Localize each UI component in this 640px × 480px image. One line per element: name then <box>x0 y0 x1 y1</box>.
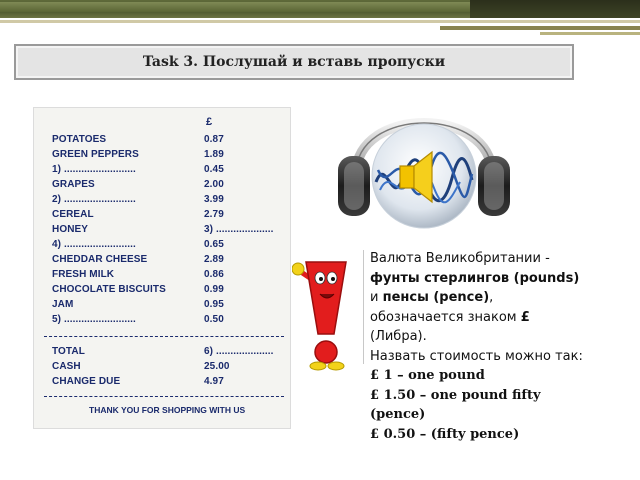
info-example: (pence) <box>370 407 426 422</box>
receipt-row: JAM 0.95 <box>52 299 284 312</box>
item-price: 0.95 <box>204 299 224 310</box>
item-name: CHEDDAR CHEESE <box>52 254 148 265</box>
item-price: 0.45 <box>204 164 224 175</box>
info-example: £ 1 – one pound <box>370 368 485 383</box>
item-price: 1.89 <box>204 149 224 160</box>
receipt-separator <box>44 396 284 397</box>
info-pence: пенсы (pence) <box>382 290 490 305</box>
receipt-total-row: CHANGE DUE 4.97 <box>52 376 284 389</box>
receipt-total-row: TOTAL 6) .................... <box>52 346 284 359</box>
receipt-row: 1) ......................... 0.45 <box>52 164 284 177</box>
top-decor-segment-dark <box>470 0 640 18</box>
item-name: CEREAL <box>52 209 94 220</box>
item-name: GRAPES <box>52 179 95 190</box>
cash-label: CASH <box>52 361 81 372</box>
total-value-blank: 6) .................... <box>204 346 274 357</box>
headphones-speaker-icon <box>338 118 510 229</box>
change-value: 4.97 <box>204 376 224 387</box>
item-price: 0.99 <box>204 284 224 295</box>
receipt-row: GRAPES 2.00 <box>52 179 284 192</box>
receipt-row: 5) ......................... 0.50 <box>52 314 284 327</box>
item-price: 0.50 <box>204 314 224 325</box>
info-text: , <box>489 290 494 305</box>
item-name: JAM <box>52 299 74 310</box>
info-text: и <box>370 290 383 305</box>
receipt-thanks: THANK YOU FOR SHOPPING WITH US <box>89 405 246 415</box>
receipt-row: GREEN PEPPERS 1.89 <box>52 149 284 162</box>
top-decor-band <box>0 0 640 18</box>
item-name: FRESH MILK <box>52 269 115 280</box>
item-name: CHOCOLATE BISCUITS <box>52 284 166 295</box>
item-price: 0.86 <box>204 269 224 280</box>
item-price: 2.00 <box>204 179 224 190</box>
info-line: Назвать стоимость можно так: <box>370 348 583 364</box>
currency-header: £ <box>206 116 213 128</box>
item-price: 0.87 <box>204 134 224 145</box>
item-name-blank: 1) ......................... <box>52 164 136 175</box>
exclamation-mascot-icon <box>292 261 347 371</box>
info-line-pounds: фунты стерлингов (pounds) <box>370 270 580 286</box>
top-decor-segment <box>0 2 470 12</box>
decor-line <box>540 32 640 35</box>
receipt-total-row: CASH 25.00 <box>52 361 284 374</box>
info-line: обозначается знаком £ <box>370 308 636 328</box>
receipt-row: 2) ......................... 3.99 <box>52 194 284 207</box>
receipt-row: CHEDDAR CHEESE 2.89 <box>52 254 284 267</box>
item-price: 3.99 <box>204 194 224 205</box>
info-pound-sign: £ <box>520 309 530 325</box>
item-name-blank: 4) ......................... <box>52 239 136 250</box>
info-example: £ 1.50 – one pound fifty <box>370 387 541 403</box>
item-name-blank: 5) ......................... <box>52 314 136 325</box>
decor-line <box>440 26 640 30</box>
receipt-row: HONEY 3) .................... <box>52 224 284 237</box>
item-price: 2.89 <box>204 254 224 265</box>
info-line: (Либра). <box>370 329 427 344</box>
info-example: £ 0.50 – (fifty pence) <box>370 426 520 442</box>
receipt-image: £ POTATOES 0.87 GREEN PEPPERS 1.89 1) ..… <box>34 108 290 428</box>
total-label: TOTAL <box>52 346 85 357</box>
change-label: CHANGE DUE <box>52 376 121 387</box>
info-text: обозначается знаком <box>370 309 521 325</box>
item-name: POTATOES <box>52 134 107 145</box>
item-price-blank: 3) .................... <box>204 224 274 235</box>
item-name-blank: 2) ......................... <box>52 194 136 205</box>
receipt-row: FRESH MILK 0.86 <box>52 269 284 282</box>
receipt-row: CEREAL 2.79 <box>52 209 284 222</box>
task-title: Task 3. Послушай и вставь пропуски <box>14 44 574 80</box>
info-line: Валюта Великобритании - <box>370 251 550 266</box>
item-price: 2.79 <box>204 209 224 220</box>
divider-line <box>363 250 364 364</box>
currency-info: Валюта Великобритании - фунты стерлингов… <box>370 249 636 444</box>
receipt-separator <box>44 336 284 337</box>
receipt-row: 4) ......................... 0.65 <box>52 239 284 252</box>
item-price: 0.65 <box>204 239 224 250</box>
cash-value: 25.00 <box>204 361 230 372</box>
receipt-row: CHOCOLATE BISCUITS 0.99 <box>52 284 284 297</box>
decor-line <box>0 20 640 23</box>
receipt-row: POTATOES 0.87 <box>52 134 284 147</box>
item-name: HONEY <box>52 224 89 235</box>
item-name: GREEN PEPPERS <box>52 149 139 160</box>
info-line: и пенсы (pence), <box>370 288 636 308</box>
